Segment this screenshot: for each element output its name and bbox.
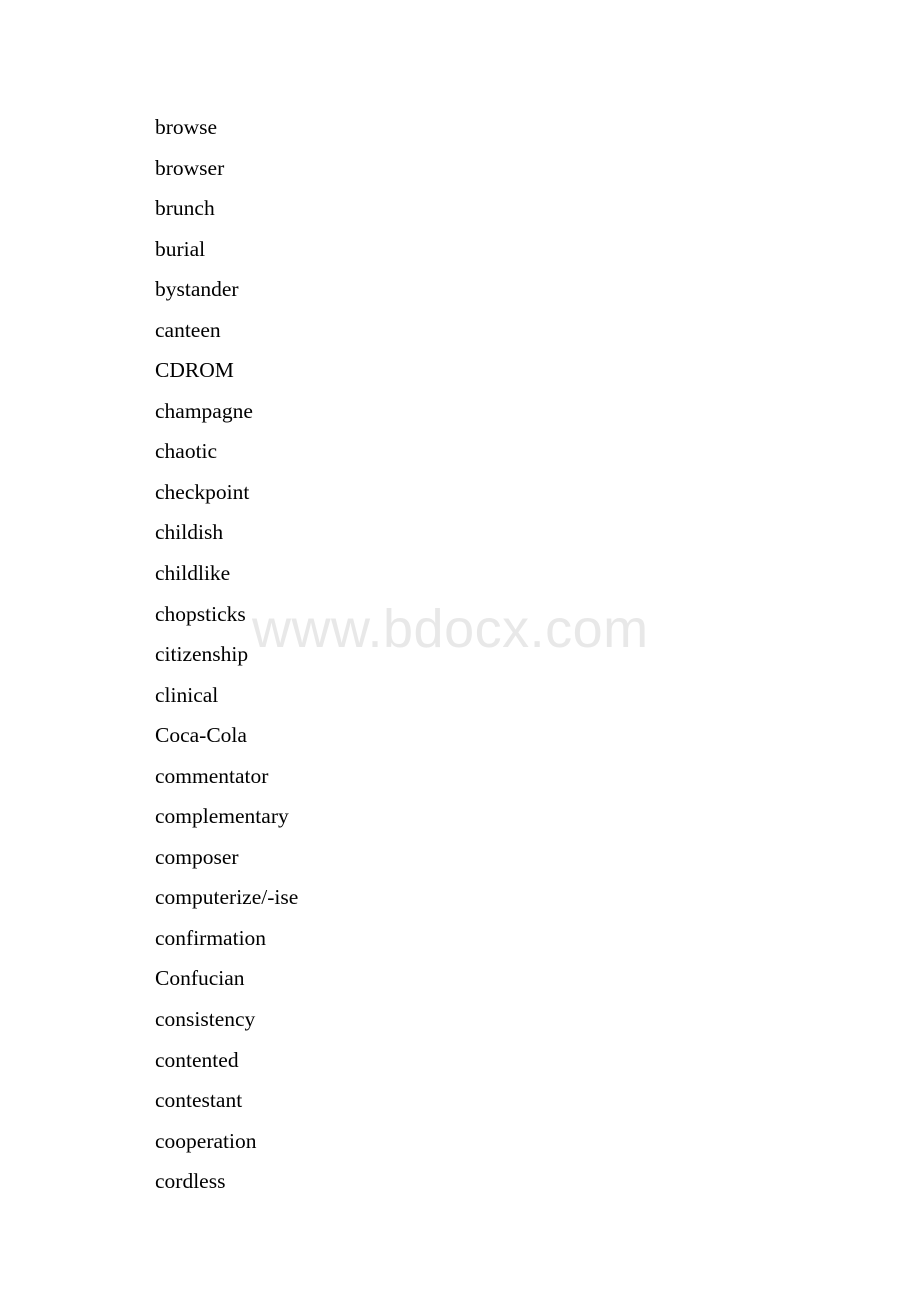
word-list-item: childish	[155, 520, 224, 545]
word-list-item: Confucian	[155, 966, 245, 991]
word-list-item: browser	[155, 155, 225, 180]
word-list-item: confirmation	[155, 925, 267, 950]
word-list-item: composer	[155, 844, 239, 869]
word-list-item: chaotic	[155, 439, 218, 464]
word-list-item: contestant	[155, 1088, 243, 1113]
word-list-item: bystander	[155, 277, 239, 302]
word-list-item: chopsticks	[155, 601, 246, 626]
document-content: browse browser brunch burial bystander cantee…	[0, 0, 920, 1302]
word-list-item: cooperation	[155, 1128, 257, 1153]
word-list-item: contented	[155, 1047, 239, 1072]
word-list-item: cordless	[155, 1169, 226, 1194]
word-list-item: brunch	[155, 196, 215, 221]
word-list-item: consistency	[155, 1007, 256, 1032]
word-list-item: clinical	[155, 682, 219, 707]
document-page: www.bdocx.com browse browser brunch burial b…	[0, 0, 920, 1302]
word-list-item: commentator	[155, 763, 269, 788]
word-list-item: childlike	[155, 561, 231, 586]
word-list-item: canteen	[155, 317, 221, 342]
word-list-item: burial	[155, 236, 206, 261]
word-list: browse browser brunch burial bystander cantee…	[155, 107, 755, 1202]
word-list-item: champagne	[155, 398, 253, 423]
word-list-item: citizenship	[155, 642, 249, 667]
word-list-item: complementary	[155, 804, 289, 829]
word-list-item: checkpoint	[155, 479, 250, 504]
word-list-item: browse	[155, 115, 218, 139]
word-list-item: Coca-Cola	[155, 723, 247, 748]
word-list-item: CDROM	[155, 358, 234, 383]
word-list-item: computerize/-ise	[155, 885, 299, 910]
